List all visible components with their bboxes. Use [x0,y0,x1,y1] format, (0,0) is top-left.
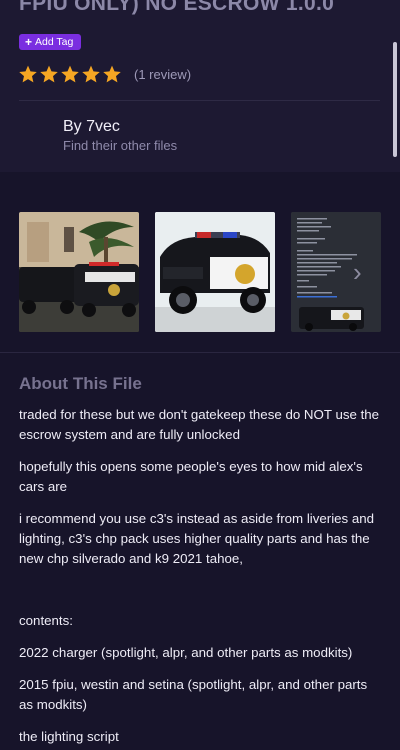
description-paragraph: hopefully this opens some people's eyes … [19,459,363,494]
scrollbar[interactable] [393,42,397,157]
description-paragraph: i recommend you use c3's instead as asid… [19,511,375,566]
star-icon [82,65,100,83]
add-tag-button[interactable]: + Add Tag [19,34,82,50]
gallery-image[interactable] [291,212,381,332]
author-other-files-link[interactable]: Find their other files [63,138,177,153]
description-paragraph: the lighting script [19,729,119,744]
document-preview-image [291,212,381,332]
gallery-image[interactable] [19,212,139,332]
review-count[interactable]: (1 review) [134,67,191,82]
description-paragraph: 2015 fpiu, westin and setina (spotlight,… [19,677,368,712]
description-paragraph: traded for these but we don't gatekeep t… [19,407,380,442]
description-paragraph: contents: [19,613,73,628]
star-icon [40,65,58,83]
star-icon [103,65,121,83]
police-car-image [155,212,275,332]
add-tag-label: Add Tag [35,36,74,48]
plus-icon: + [25,35,33,49]
divider [19,100,380,101]
description-paragraph: 2022 charger (spotlight, alpr, and other… [19,645,353,660]
police-car-image [19,212,139,332]
star-icon [19,65,37,83]
about-section-title: About This File [19,374,142,393]
divider [0,352,400,353]
file-title: FPIU ONLY) NO ESCROW 1.0.0 [19,0,335,15]
rating-stars[interactable] [18,64,122,84]
screenshot-gallery [0,192,400,352]
gallery-image[interactable] [155,212,275,332]
gallery-next-arrow-icon[interactable]: › [353,257,362,288]
author-name[interactable]: By 7vec [63,118,120,136]
file-header: FPIU ONLY) NO ESCROW 1.0.0 + Add Tag (1 … [0,0,400,172]
star-icon [61,65,79,83]
